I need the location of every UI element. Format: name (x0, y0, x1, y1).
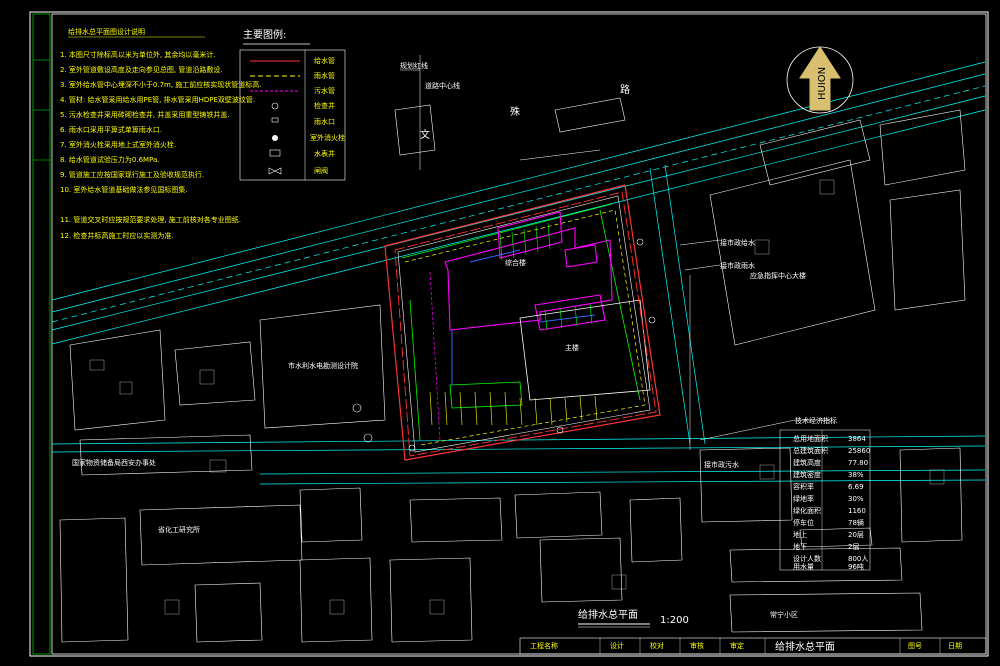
note-line: 12. 检查井标高施工时应以实测为准. (60, 231, 174, 240)
tech-value: 800人 (848, 555, 868, 563)
label-residential: 常宁小区 (770, 610, 798, 619)
tech-value: 77.80 (848, 459, 868, 467)
label-center-tower: 应急指挥中心大楼 (750, 271, 806, 280)
title-cell: 设计 (610, 641, 624, 650)
tech-value: 3864 (848, 435, 866, 443)
tech-table-rows: 总用地面积 3864 总建筑面积 25860 建筑高度 77.80 建筑密度 3… (793, 434, 870, 571)
legend-label: 给水管 (314, 56, 335, 65)
tech-value: 38% (848, 471, 864, 479)
road-char-3: 路 (620, 83, 630, 96)
tech-table-title: 技术经济指标 (795, 416, 837, 425)
note-line: 5. 污水检查井采用砖砌检查井, 井盖采用重型铸铁井盖. (60, 110, 230, 119)
building-outlines (444, 211, 613, 331)
tech-key: 绿地率 (793, 494, 814, 503)
tech-key: 设计人数 (793, 554, 821, 563)
label-north-note-2: 道路中心线 (425, 81, 460, 90)
road-char-1: 文 (420, 128, 430, 141)
legend-label: 雨水口 (314, 117, 335, 126)
title-cell: 日期 (948, 642, 962, 650)
road-lines (51, 61, 986, 485)
context-buildings (59, 97, 966, 643)
building-b-outline (519, 299, 651, 401)
tech-key: 用水量 (793, 562, 814, 571)
legend-label: 雨水管 (314, 71, 335, 80)
legend-title: 主要图例: (243, 28, 286, 41)
tech-value: 2层 (848, 543, 859, 551)
notes-title: 给排水总平面图设计说明 (68, 27, 145, 36)
tech-value: 96吨 (848, 562, 864, 571)
label-building-a: 综合楼 (505, 258, 526, 267)
tech-key: 地下 (793, 542, 807, 551)
tech-key: 总用地面积 (793, 434, 828, 443)
road-char-2: 殊 (510, 105, 520, 118)
label-bureau: 国家物资储备局西安办事处 (72, 458, 156, 467)
tech-key: 绿化面积 (793, 506, 821, 515)
title-cell: 审定 (730, 641, 744, 650)
note-line: 9. 管道施工应按国家现行施工及验收规范执行. (60, 170, 204, 179)
tech-value: 25860 (848, 447, 870, 455)
notes-lines: 1. 本图尺寸除标高以米为单位外, 其余均以毫米计. 2. 室外管道敷设高度及走… (60, 50, 262, 240)
title-cell: 校对 (650, 641, 664, 650)
tech-key: 地上 (793, 530, 807, 539)
site-plan-drawing: 给排水总平面图设计说明 1. 本图尺寸除标高以米为单位外, 其余均以毫米计. 2… (29, 11, 989, 657)
tech-value: 1160 (848, 507, 866, 515)
compass-label: HUION (817, 67, 828, 100)
title-cell: 工程名称 (530, 641, 558, 650)
water-supply-pipe (394, 191, 657, 457)
tech-value: 20层 (848, 531, 864, 539)
label-left-building: 市水利水电勘测设计院 (288, 361, 358, 370)
legend-items: 给水管 雨水管 污水管 检查井 雨水口 室外消火栓 水表井 闸阀 (250, 56, 345, 175)
legend-label: 水表井 (314, 149, 335, 158)
note-line: 8. 给水管道试验压力为0.6MPa. (60, 155, 160, 164)
note-line: 2. 室外管道敷设高度及走向参见总图, 管道沿路敷设. (60, 65, 223, 74)
note-line: 11. 管道交叉时应按规范要求处理, 施工前核对各专业图纸. (60, 215, 241, 224)
tech-key: 建筑密度 (793, 470, 821, 479)
north-arrow-icon: HUION (786, 46, 854, 114)
drawing-title: 给排水总平面 (578, 608, 638, 621)
legend-box (239, 49, 346, 181)
manholes (352, 238, 656, 452)
title-block-name: 给排水总平面 (775, 640, 835, 653)
title-cell: 审核 (690, 641, 704, 650)
note-line: 1. 本图尺寸除标高以米为单位外, 其余均以毫米计. (60, 50, 216, 59)
tech-key: 总建筑面积 (793, 446, 828, 455)
leader-lines (400, 55, 830, 450)
label-right-note-3: 接市政污水 (704, 460, 739, 469)
legend-label: 室外消火栓 (310, 133, 345, 142)
title-cell: 图号 (908, 642, 922, 650)
label-institute: 省化工研究所 (158, 525, 200, 534)
legend-label: 污水管 (314, 86, 335, 95)
tech-value: 6.69 (848, 483, 864, 491)
label-right-note-2: 接市政雨水 (720, 261, 755, 270)
legend-label: 检查井 (314, 101, 335, 110)
label-building-b: 主楼 (565, 343, 579, 352)
note-line: 4. 管材: 给水管采用给水用PE管, 排水管采用HDPE双壁波纹管. (60, 95, 255, 104)
label-north-note-1: 规划红线 (400, 61, 428, 70)
parking-stripes (429, 391, 598, 426)
tech-value: 78辆 (848, 518, 864, 527)
note-line: 7. 室外消火栓采用地上式室外消火栓. (60, 140, 176, 149)
outer-frame (29, 11, 989, 657)
site-inner-line (397, 195, 651, 453)
tech-key: 停车位 (793, 518, 814, 527)
note-line: 3. 室外给水管中心埋深不小于0.7m, 施工前应核实现状管道标高. (60, 80, 262, 89)
tech-key: 建筑高度 (793, 458, 821, 467)
tech-key: 容积率 (793, 482, 814, 491)
label-right-note-1: 接市政给水 (720, 238, 755, 247)
drawing-scale: 1:200 (660, 615, 689, 626)
note-line: 6. 雨水口采用平箅式单箅雨水口. (60, 125, 162, 134)
tech-value: 30% (848, 495, 864, 503)
legend-label: 闸阀 (314, 166, 328, 175)
note-line: 10. 室外给水管道基础做法参见国标图集. (60, 185, 188, 194)
